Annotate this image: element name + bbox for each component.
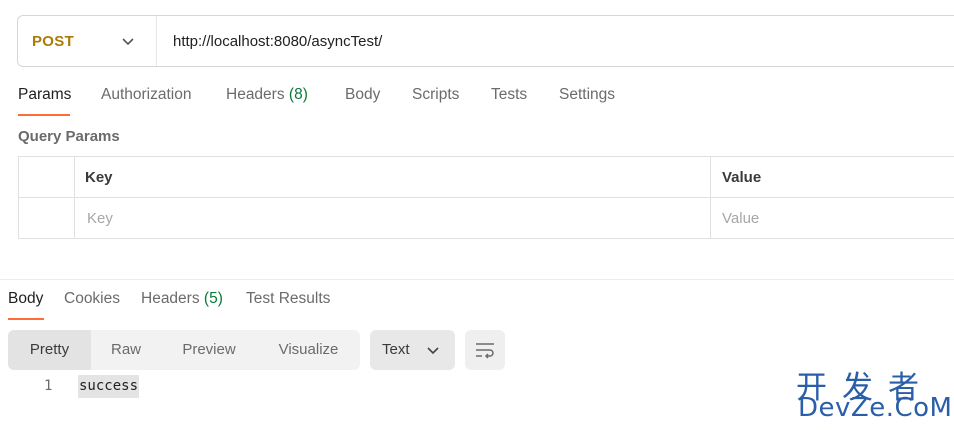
- response-headers-count: (5): [203, 290, 223, 307]
- format-select[interactable]: Text: [370, 330, 455, 370]
- view-mode-pretty[interactable]: Pretty: [8, 330, 91, 370]
- column-divider: [710, 157, 711, 238]
- chevron-down-icon: [122, 38, 134, 46]
- tab-body[interactable]: Body: [345, 86, 380, 104]
- tab-response-body[interactable]: Body: [8, 290, 43, 308]
- query-params-table: Key Value Key Value: [18, 156, 954, 239]
- tab-settings[interactable]: Settings: [559, 86, 615, 104]
- active-tab-indicator: [8, 318, 44, 320]
- column-value: Value: [722, 169, 762, 186]
- tab-test-results[interactable]: Test Results: [246, 290, 330, 308]
- key-input[interactable]: Key: [87, 210, 113, 227]
- tab-authorization[interactable]: Authorization: [101, 86, 191, 104]
- tab-params[interactable]: Params: [18, 86, 71, 104]
- response-body-text[interactable]: success: [78, 375, 140, 398]
- view-mode-selector: Pretty Raw Preview Visualize: [8, 330, 360, 370]
- method-label: POST: [32, 32, 75, 50]
- watermark-logo: 开发者 DevZe.CoM: [796, 362, 952, 424]
- value-input[interactable]: Value: [722, 210, 759, 227]
- view-mode-preview[interactable]: Preview: [161, 330, 257, 370]
- url-input[interactable]: http://localhost:8080/asyncTest/: [157, 33, 382, 50]
- watermark-latin: DevZe.CoM: [798, 393, 953, 423]
- column-key: Key: [85, 169, 113, 186]
- table-header-row: Key Value: [19, 157, 954, 198]
- chevron-down-icon: [427, 347, 439, 355]
- column-divider: [74, 157, 75, 238]
- request-url-bar: POST http://localhost:8080/asyncTest/: [17, 15, 954, 67]
- view-mode-visualize[interactable]: Visualize: [257, 330, 360, 370]
- format-label: Text: [382, 341, 410, 358]
- tab-response-headers-label: Headers: [141, 290, 200, 307]
- query-params-title: Query Params: [18, 128, 120, 145]
- tab-tests[interactable]: Tests: [491, 86, 527, 104]
- tab-response-headers[interactable]: Headers (5): [141, 290, 223, 308]
- method-select[interactable]: POST: [18, 16, 157, 66]
- wrap-lines-button[interactable]: [465, 330, 505, 370]
- wrap-lines-icon: [476, 343, 494, 359]
- headers-count: (8): [288, 86, 308, 103]
- pane-divider[interactable]: [0, 279, 954, 280]
- view-mode-raw[interactable]: Raw: [91, 330, 161, 370]
- active-tab-indicator: [18, 114, 70, 116]
- tab-headers[interactable]: Headers (8): [226, 86, 308, 104]
- line-number: 1: [44, 378, 53, 394]
- table-row: Key Value: [19, 198, 954, 239]
- tab-cookies[interactable]: Cookies: [64, 290, 120, 308]
- tab-headers-label: Headers: [226, 86, 285, 103]
- tab-scripts[interactable]: Scripts: [412, 86, 459, 104]
